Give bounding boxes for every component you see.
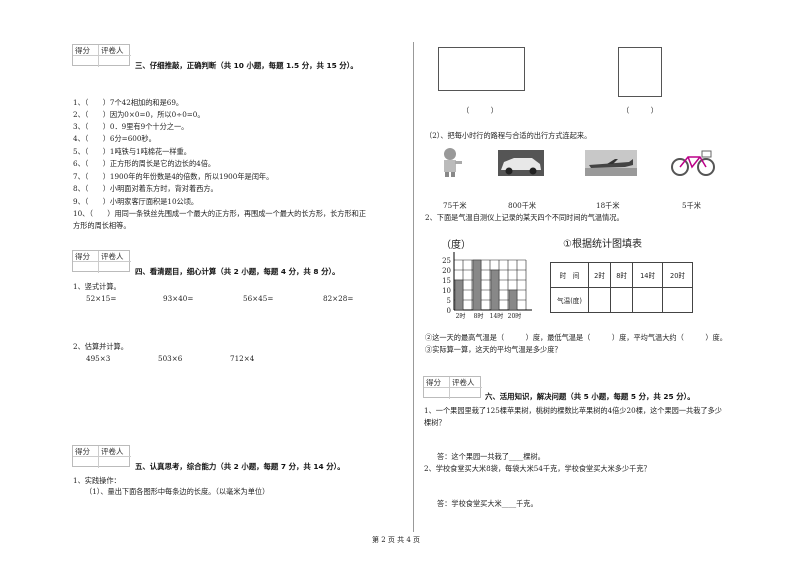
grader-cell[interactable] <box>99 56 131 67</box>
bar <box>508 289 518 311</box>
section6-q1-answer[interactable]: 答：这个果园一共栽了____棵树。 <box>437 452 545 462</box>
judgment-item[interactable]: 5、（ ）1吨铁与1吨棉花一样重。 <box>73 147 191 157</box>
score-cell[interactable] <box>73 56 99 67</box>
section5-title: 五、认真思考，综合能力（共 2 小题，每题 7 分，共 14 分）。 <box>135 462 345 471</box>
column-divider <box>413 42 414 532</box>
score-label: 得分 <box>424 377 450 388</box>
judgment-item[interactable]: 2、（ ）因为0×0=0，所以0÷0=0。 <box>73 110 205 120</box>
table-header-cell: 14时 <box>632 262 664 288</box>
bar <box>454 279 464 311</box>
section6-q2: 2、学校食堂买大米8袋，每袋大米54千克，学校食堂买大米多少千克？ <box>424 464 651 473</box>
distance-label: 800千米 <box>508 201 537 210</box>
section6-q1-line2: 棵树？ <box>424 418 446 427</box>
y-tick-label: 0 <box>447 307 451 315</box>
section4-title: 四、看清题目，细心计算（共 2 小题，每题 4 分，共 8 分）。 <box>135 267 340 276</box>
table-title: ①根据统计图填表 <box>563 239 642 250</box>
estimate-item: 495×3 <box>86 354 111 363</box>
square-answer-blank[interactable]: （ ） <box>622 106 658 116</box>
page-number: 第 2 页 共 4 页 <box>372 536 421 544</box>
calc-item: 56×45= <box>243 294 274 303</box>
section5-q1-sub2: （2）、把每小时行的路程与合适的出行方式连起来。 <box>425 131 592 140</box>
grader-label: 评卷人 <box>450 377 482 388</box>
judgment-item[interactable]: 9、（ ）小明家客厅面积是10公顷。 <box>73 197 198 207</box>
score-box-section6: 得分 评卷人 <box>423 376 482 399</box>
grader-cell[interactable] <box>450 388 482 399</box>
section5-sub2: ②这一天的最高气温是（ ）度，最低气温是（ ）度，平均气温大约（ ）度。 <box>425 333 727 342</box>
judgment-item[interactable]: 7、（ ）1900年的年份数是4的倍数，所以1900年是闰年。 <box>73 172 273 182</box>
y-tick-label: 15 <box>442 277 451 285</box>
score-label: 得分 <box>73 45 99 56</box>
square-shape <box>618 47 662 97</box>
table-fill-cell[interactable] <box>587 287 612 313</box>
score-box-section5: 得分 评卷人 <box>72 445 131 468</box>
judgment-item[interactable]: 8、（ ）小明面对着东方时，背对着西方。 <box>73 184 218 194</box>
calc-item: 82×28= <box>323 294 354 303</box>
bicycle-icon <box>671 150 715 176</box>
bar <box>472 259 482 311</box>
x-tick-label: 20时 <box>508 312 522 320</box>
score-label: 得分 <box>73 446 99 457</box>
judgment-item-continuation[interactable]: 方形的周长相等。 <box>73 221 131 231</box>
judgment-item[interactable]: 6、（ ）正方形的周长是它的边长的4倍。 <box>73 159 215 169</box>
grader-label: 评卷人 <box>99 446 131 457</box>
section5-q1-label: 1、实践操作： <box>73 476 121 485</box>
grader-cell[interactable] <box>99 262 131 273</box>
section3-title: 三、仔细推敲，正确判断（共 10 小题，每题 1.5 分，共 15 分）。 <box>135 61 358 70</box>
score-cell[interactable] <box>73 262 99 273</box>
distance-label: 75千米 <box>443 201 467 210</box>
section6-q1-line1: 1、一个果园里栽了125棵苹果树，桃树的棵数比苹果树的4倍少20棵，这个果园一共… <box>424 406 722 415</box>
section5-q1-sub1: （1）、量出下面各图形中每条边的长度。（以毫米为单位） <box>85 487 270 496</box>
bar <box>490 269 500 311</box>
section5-q2-label: 2、下面是气温自测仪上记录的某天四个不同时间的气温情况。 <box>425 213 624 222</box>
score-box-section4: 得分 评卷人 <box>72 250 131 273</box>
score-box-section3: 得分 评卷人 <box>72 44 131 67</box>
judgment-item[interactable]: 4、（ ）6分=600秒。 <box>73 134 156 144</box>
calc-item: 93×40= <box>163 294 194 303</box>
judgment-item[interactable]: 3、（ ）0．9里有9个十分之一。 <box>73 122 188 132</box>
table-header-cell: 20时 <box>662 262 693 288</box>
section4-q1-label: 1、竖式计算。 <box>73 282 121 291</box>
score-label: 得分 <box>73 251 99 262</box>
score-cell[interactable] <box>73 457 99 468</box>
y-tick-label: 25 <box>442 257 451 265</box>
rectangle-shape <box>438 47 525 91</box>
table-header-row: 时 间 2时 8时 14时 20时 <box>550 262 693 288</box>
estimate-item: 503×6 <box>158 354 183 363</box>
temperature-bar-chart: 0 5 10 15 20 25 2时 8时 14时 20时 <box>442 252 532 320</box>
table-fill-cell[interactable] <box>610 287 634 313</box>
table-row-label: 气温(度) <box>550 287 589 313</box>
x-tick-label: 14时 <box>490 312 504 320</box>
grader-label: 评卷人 <box>99 251 131 262</box>
x-tick-label: 8时 <box>474 312 484 320</box>
distance-label: 5千米 <box>682 201 701 210</box>
table-fill-cell[interactable] <box>662 287 693 313</box>
car-icon <box>498 150 544 176</box>
table-header-cell: 8时 <box>610 262 634 288</box>
calc-item: 52×15= <box>86 294 117 303</box>
section4-q2-label: 2、估算并计算。 <box>73 342 128 351</box>
table-header-cell: 2时 <box>587 262 612 288</box>
table-header-cell: 时 间 <box>550 262 589 288</box>
table-row: 气温(度) <box>550 287 693 313</box>
distance-label: 18千米 <box>596 201 620 210</box>
score-cell[interactable] <box>424 388 450 399</box>
temperature-table: 时 间 2时 8时 14时 20时 气温(度) <box>550 262 693 313</box>
table-fill-cell[interactable] <box>632 287 664 313</box>
grader-cell[interactable] <box>99 457 131 468</box>
grader-label: 评卷人 <box>99 45 131 56</box>
section5-sub3: ③实际算一算，这天的平均气温是多少度？ <box>425 345 562 354</box>
judgment-item[interactable]: 10、（ ）用同一条铁丝先围成一个最大的正方形，再围成一个最大的长方形，长方形和… <box>73 209 366 219</box>
section6-title: 六、活用知识，解决问题（共 5 小题，每题 5 分，共 25 分）。 <box>485 392 695 401</box>
estimate-item: 712×4 <box>230 354 255 363</box>
x-tick-label: 2时 <box>456 312 466 320</box>
y-tick-label: 10 <box>442 287 451 295</box>
y-tick-label: 20 <box>442 267 451 275</box>
rectangle-answer-blank[interactable]: （ ） <box>462 106 498 116</box>
section6-q2-answer[interactable]: 答：学校食堂买大米____千克。 <box>437 499 538 509</box>
airplane-icon <box>585 150 637 176</box>
child-walking-icon <box>444 148 462 177</box>
judgment-item[interactable]: 1、（ ）7个42相加的和是69。 <box>73 98 183 108</box>
y-tick-label: 5 <box>447 297 451 305</box>
